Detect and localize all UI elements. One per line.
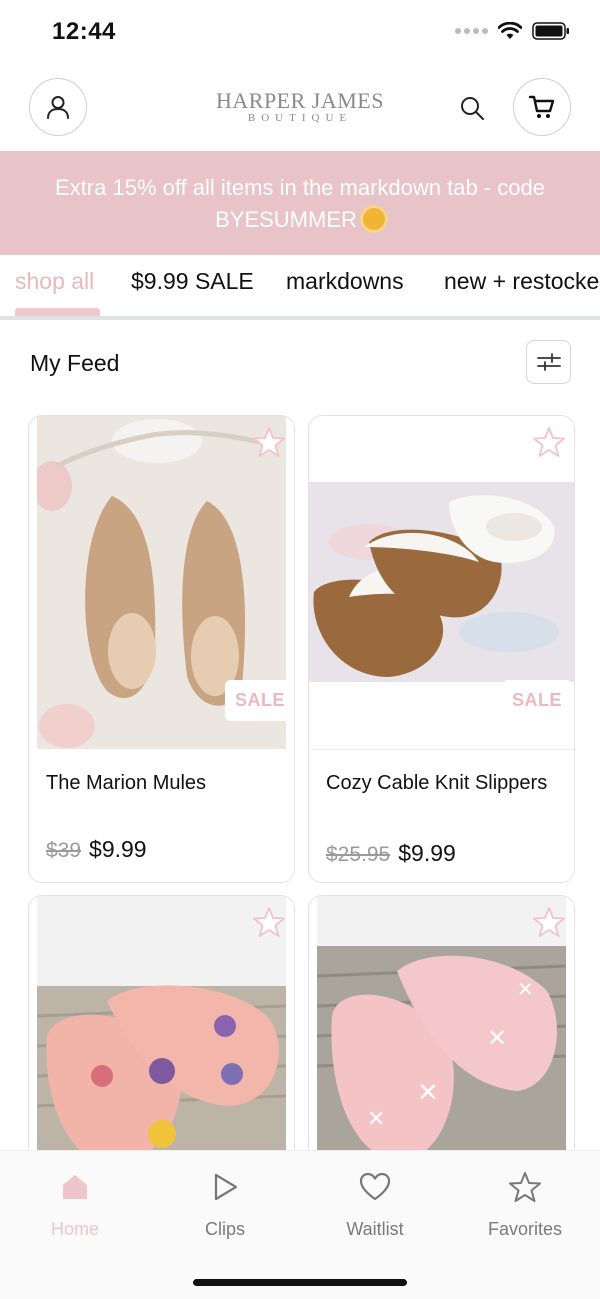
svg-text:✕: ✕ <box>417 1078 439 1108</box>
wifi-icon <box>498 22 522 39</box>
tab-markdowns[interactable]: markdowns <box>286 268 404 295</box>
nav-home-label: Home <box>50 1219 99 1239</box>
filter-button[interactable] <box>526 340 571 384</box>
search-button[interactable] <box>456 92 488 124</box>
cart-button[interactable] <box>513 78 571 136</box>
account-button[interactable] <box>29 78 87 136</box>
bottom-tab-bar: Home Clips Waitlist Favorites <box>0 1150 600 1299</box>
brand-logo[interactable]: HARPER JAMES BOUTIQUE <box>200 88 400 125</box>
sun-icon <box>362 208 385 230</box>
product-name[interactable]: The Marion Mules <box>46 768 286 799</box>
tab-9-99-sale[interactable]: $9.99 SALE <box>131 268 254 295</box>
logo-sub-text: BOUTIQUE <box>247 112 353 124</box>
star-icon <box>509 1172 541 1202</box>
svg-text:✕: ✕ <box>367 1107 385 1132</box>
home-indicator[interactable] <box>193 1279 407 1286</box>
favorite-star-icon[interactable] <box>533 906 565 938</box>
sale-price: $9.99 <box>89 836 147 862</box>
price-row: $25.95 $9.99 <box>326 840 456 867</box>
favorite-star-icon[interactable] <box>533 426 565 458</box>
status-icons <box>455 22 570 40</box>
status-time: 12:44 <box>52 18 116 45</box>
nav-waitlist-label: Waitlist <box>346 1219 404 1239</box>
nav-waitlist[interactable]: Waitlist <box>315 1167 435 1240</box>
product-name[interactable]: Cozy Cable Knit Slippers <box>326 768 566 799</box>
nav-clips-label: Clips <box>204 1219 245 1239</box>
logo-main-text: HARPER JAMES <box>216 88 384 113</box>
favorite-star-icon[interactable] <box>253 906 285 938</box>
feed-title: My Feed <box>30 350 120 376</box>
card-divider <box>309 749 574 750</box>
heart-icon <box>359 1172 391 1201</box>
account-icon <box>47 96 69 119</box>
svg-text:✕: ✕ <box>517 977 534 1001</box>
tab-shop-all[interactable]: shop all <box>15 268 94 295</box>
nav-favorites[interactable]: Favorites <box>465 1167 585 1240</box>
nav-favorites-label: Favorites <box>487 1219 563 1239</box>
svg-text:✕: ✕ <box>487 1024 507 1052</box>
signal-icon <box>455 28 488 34</box>
app-header: HARPER JAMES BOUTIQUE <box>0 70 600 150</box>
tab-new-restock[interactable]: new + restocke <box>444 268 599 295</box>
promo-banner[interactable]: Extra 15% off all items in the markdown … <box>0 151 600 255</box>
promo-text: Extra 15% off all items in the markdown … <box>55 175 545 232</box>
sliders-icon <box>536 353 561 371</box>
home-icon <box>63 1175 87 1199</box>
sale-price: $9.99 <box>398 840 456 866</box>
play-icon <box>214 1173 238 1201</box>
active-tab-indicator <box>15 308 100 316</box>
battery-icon <box>532 22 569 40</box>
status-bar: 12:44 <box>0 0 600 66</box>
favorite-star-icon[interactable] <box>253 426 285 458</box>
search-icon <box>461 97 484 120</box>
cart-icon <box>528 95 555 118</box>
sale-badge: SALE <box>225 680 294 721</box>
nav-home[interactable]: Home <box>15 1167 135 1240</box>
product-card[interactable]: SALE The Marion Mules $39 $9.99 <box>28 415 295 883</box>
original-price: $25.95 <box>326 843 391 866</box>
sale-badge: SALE <box>502 680 573 721</box>
category-tabs: shop all $9.99 SALE markdowns new + rest… <box>0 256 600 320</box>
original-price: $39 <box>46 839 82 862</box>
price-row: $39 $9.99 <box>46 836 147 863</box>
nav-clips[interactable]: Clips <box>165 1167 285 1240</box>
product-image[interactable] <box>309 482 574 682</box>
product-card[interactable]: SALE Cozy Cable Knit Slippers $25.95 $9.… <box>308 415 575 883</box>
